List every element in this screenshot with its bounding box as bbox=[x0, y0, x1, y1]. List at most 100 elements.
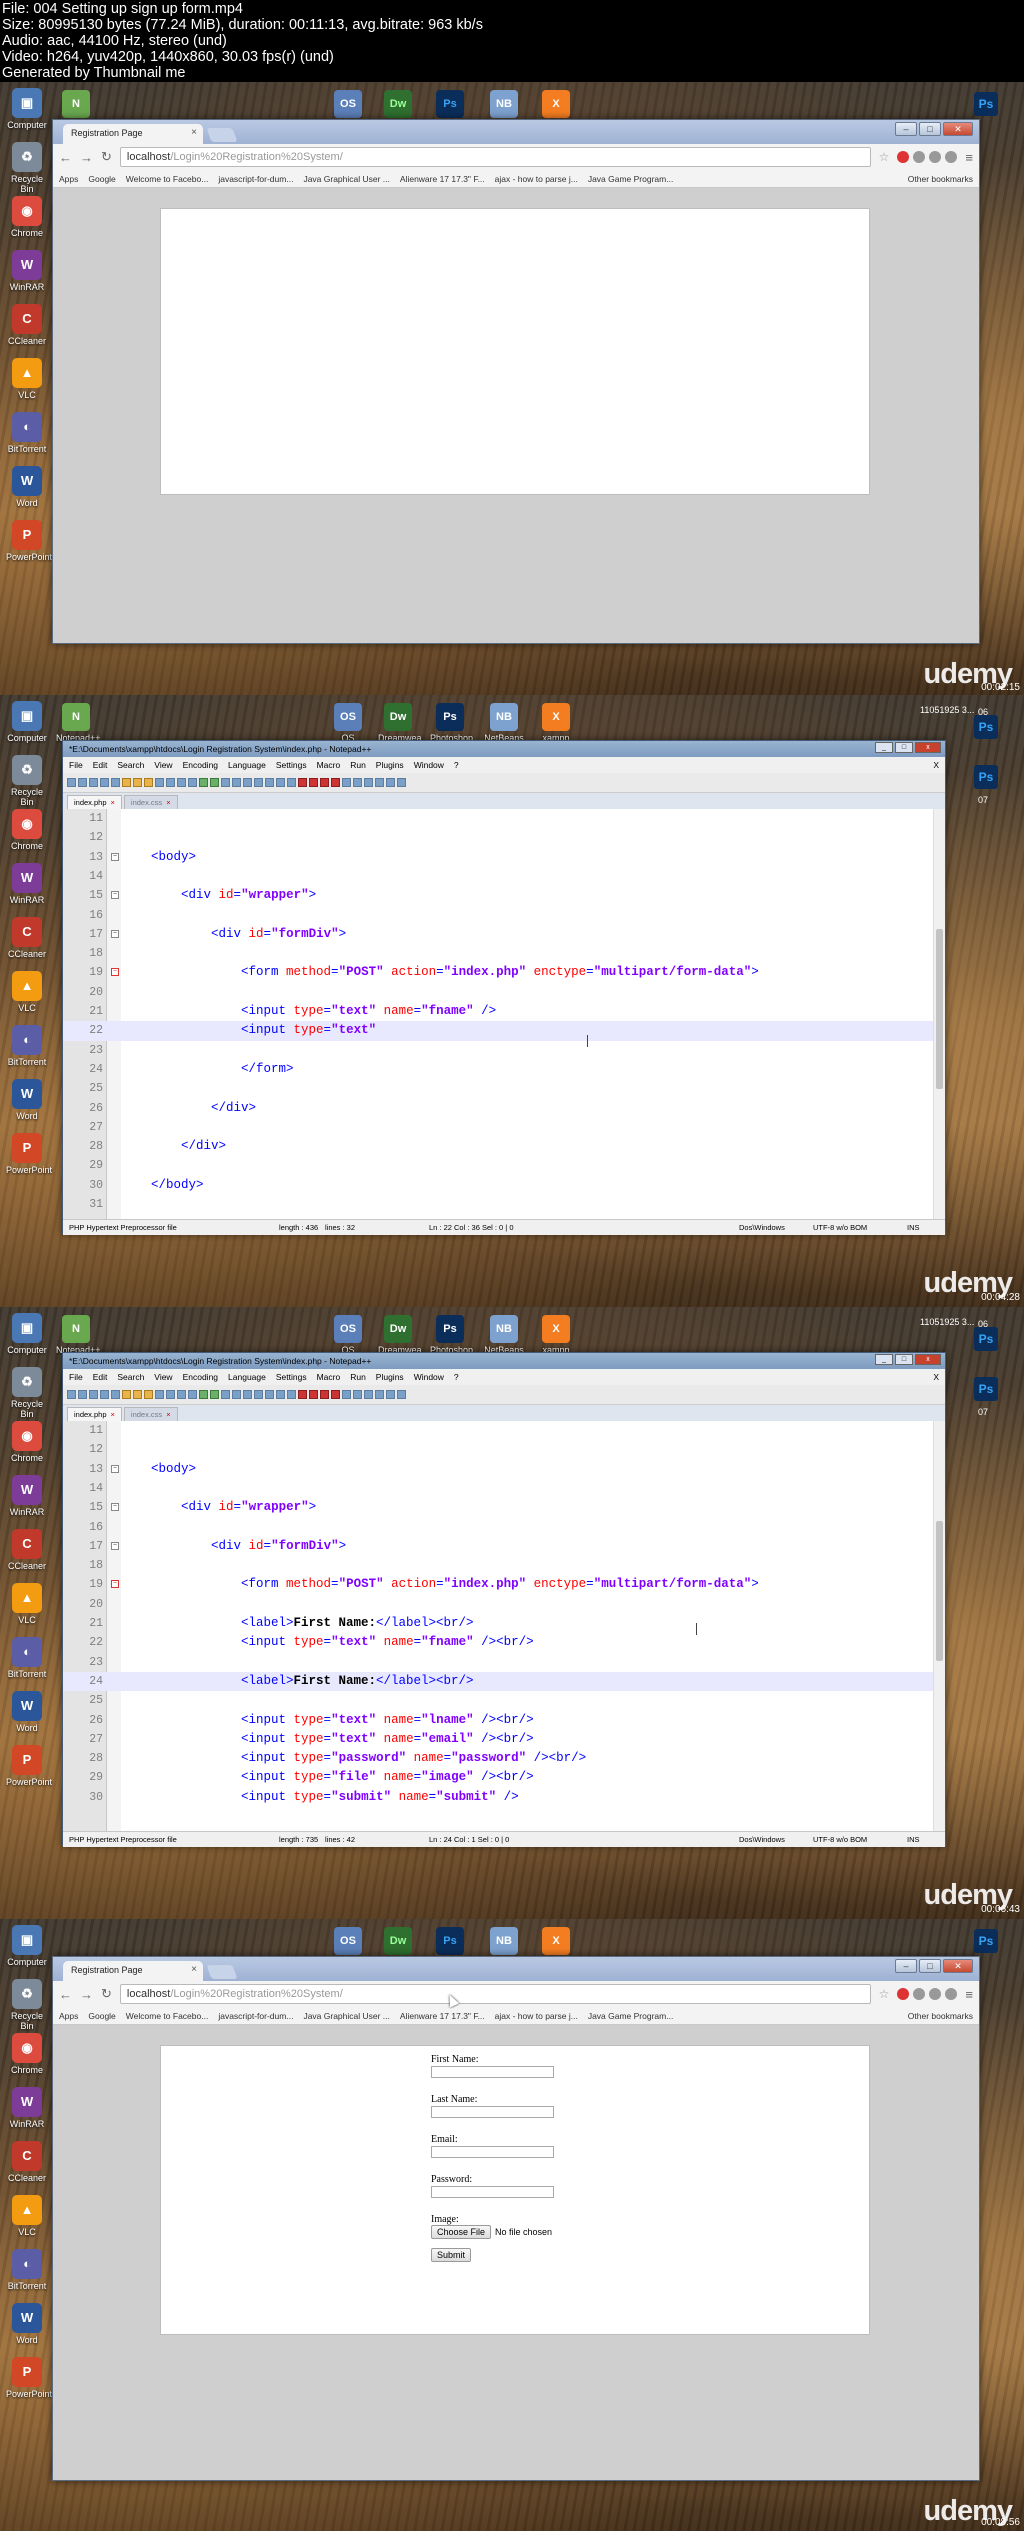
taskbar-icon-notepad++[interactable]: N Notepad++ bbox=[56, 1315, 101, 1355]
toolbar-button-icon[interactable] bbox=[265, 1390, 274, 1399]
file-tab-index-css[interactable]: index.css × bbox=[123, 795, 178, 809]
taskbar-icon-os[interactable]: OS OS bbox=[328, 703, 368, 743]
photoshop-right-icon[interactable]: Ps bbox=[974, 92, 998, 116]
desktop-icon-ccleaner[interactable]: C CCleaner bbox=[6, 2141, 48, 2183]
tab-close-icon[interactable]: × bbox=[191, 1964, 197, 1975]
photoshop-right-icon[interactable]: Ps bbox=[974, 765, 998, 789]
toolbar-button-icon[interactable] bbox=[78, 778, 87, 787]
desktop-icon-ccleaner[interactable]: C CCleaner bbox=[6, 304, 48, 346]
tab-close-icon[interactable]: × bbox=[111, 1410, 115, 1419]
toolbar-button-icon[interactable] bbox=[67, 778, 76, 787]
desktop-icon-powerpoint[interactable]: P PowerPoint bbox=[6, 1133, 52, 1175]
new-tab-button[interactable] bbox=[206, 128, 238, 142]
file-tab-index-php[interactable]: index.php × bbox=[67, 795, 122, 809]
desktop-icon-computer[interactable]: ▣ Computer bbox=[6, 1313, 48, 1355]
menu-icon[interactable]: ≡ bbox=[965, 1987, 973, 2002]
desktop-icon-computer[interactable]: ▣ Computer bbox=[6, 701, 48, 743]
menu-item-settings[interactable]: Settings bbox=[276, 1372, 307, 1382]
desktop-icon-word[interactable]: W Word bbox=[6, 1691, 48, 1733]
os-taskbar-icon[interactable]: OS bbox=[328, 1927, 368, 1957]
extension-icon[interactable] bbox=[897, 151, 910, 163]
taskbar-icon-photoshop[interactable]: Ps Photoshop bbox=[430, 703, 473, 743]
other-bookmarks[interactable]: Other bookmarks bbox=[908, 174, 973, 184]
minimize-button[interactable]: _ bbox=[875, 1354, 893, 1365]
bookmark-item[interactable]: Alienware 17 17.3" F... bbox=[400, 174, 485, 184]
vertical-scrollbar[interactable] bbox=[933, 1421, 945, 1831]
fold-marker-icon[interactable]: − bbox=[111, 1464, 119, 1473]
toolbar-button-icon[interactable] bbox=[298, 778, 307, 787]
toolbar-button-icon[interactable] bbox=[100, 778, 109, 787]
tab-close-icon[interactable]: × bbox=[166, 1410, 170, 1419]
desktop-icon-winrar[interactable]: W WinRAR bbox=[6, 2087, 48, 2129]
desktop-icon-winrar[interactable]: W WinRAR bbox=[6, 1475, 48, 1517]
photoshop-taskbar-icon[interactable]: Ps bbox=[430, 90, 470, 120]
extension-icon[interactable] bbox=[929, 1988, 942, 2000]
taskbar-icon-netbeans[interactable]: NB NetBeans bbox=[484, 703, 524, 743]
toolbar-button-icon[interactable] bbox=[364, 1390, 373, 1399]
url-input[interactable]: localhost/Login%20Registration%20System/ bbox=[119, 147, 871, 167]
desktop-icon-vlc[interactable]: ▲ VLC bbox=[6, 1583, 48, 1625]
menu-item-window[interactable]: Window bbox=[414, 1372, 444, 1382]
menu-item-help[interactable]: ? bbox=[454, 760, 459, 770]
menu-item-plugins[interactable]: Plugins bbox=[376, 760, 404, 770]
maximize-button[interactable]: □ bbox=[895, 742, 913, 753]
bookmark-item[interactable]: Apps bbox=[59, 174, 78, 184]
scroll-thumb[interactable] bbox=[936, 1521, 943, 1661]
netbeans-taskbar-icon[interactable]: NB bbox=[484, 90, 524, 120]
submit-button[interactable]: Submit bbox=[431, 2248, 472, 2262]
url-input[interactable]: localhost/Login%20Registration%20System/ bbox=[119, 1984, 871, 2004]
toolbar-button-icon[interactable] bbox=[111, 1390, 120, 1399]
desktop-icon-ccleaner[interactable]: C CCleaner bbox=[6, 917, 48, 959]
tab-close-icon[interactable]: × bbox=[166, 798, 170, 807]
code-editor[interactable]: 11 12 13− <body> 14 15− <div id="wrapper"> 16… bbox=[63, 1421, 945, 1831]
desktop-icon-bittorrent[interactable]: ◐ BitTorrent bbox=[6, 412, 48, 454]
reload-icon[interactable]: ↻ bbox=[101, 1986, 112, 2002]
bookmark-item[interactable]: Google bbox=[88, 2011, 115, 2021]
browser-tab[interactable]: Registration Page × bbox=[63, 124, 203, 144]
toolbar-button-icon[interactable] bbox=[166, 1390, 175, 1399]
bookmark-item[interactable]: javascript-for-dum... bbox=[218, 2011, 293, 2021]
xampp-taskbar-icon[interactable]: X bbox=[536, 90, 576, 120]
toolbar-button-icon[interactable] bbox=[177, 778, 186, 787]
desktop-icon-vlc[interactable]: ▲ VLC bbox=[6, 358, 48, 400]
menu-item-file[interactable]: File bbox=[69, 760, 83, 770]
toolbar-button-icon[interactable] bbox=[375, 1390, 384, 1399]
tab-close-icon[interactable]: × bbox=[111, 798, 115, 807]
toolbar-button-icon[interactable] bbox=[331, 1390, 340, 1399]
toolbar-button-icon[interactable] bbox=[210, 1390, 219, 1399]
menu-close-icon[interactable]: X bbox=[933, 760, 939, 770]
taskbar-icon-os[interactable]: OS OS bbox=[328, 1315, 368, 1355]
bookmark-item[interactable]: Welcome to Facebo... bbox=[126, 2011, 209, 2021]
email-input[interactable] bbox=[431, 2146, 554, 2158]
fold-marker-icon[interactable]: − bbox=[111, 852, 119, 861]
toolbar-button-icon[interactable] bbox=[364, 778, 373, 787]
xampp-taskbar-icon[interactable]: X bbox=[536, 1927, 576, 1957]
menu-item-macro[interactable]: Macro bbox=[317, 760, 341, 770]
fold-marker-icon[interactable]: − bbox=[111, 968, 119, 977]
toolbar-button-icon[interactable] bbox=[320, 1390, 329, 1399]
minimize-button[interactable]: – bbox=[895, 122, 917, 136]
desktop-icon-chrome[interactable]: ◉ Chrome bbox=[6, 196, 48, 238]
toolbar-button-icon[interactable] bbox=[243, 1390, 252, 1399]
new-tab-button[interactable] bbox=[206, 1965, 238, 1979]
toolbar-button-icon[interactable] bbox=[397, 1390, 406, 1399]
desktop-icon-recycle-bin[interactable]: ♻ Recycle Bin bbox=[6, 1979, 48, 2031]
bookmark-item[interactable]: Java Game Program... bbox=[588, 174, 674, 184]
menu-item-search[interactable]: Search bbox=[117, 760, 144, 770]
toolbar-button-icon[interactable] bbox=[320, 778, 329, 787]
bookmark-item[interactable]: ajax - how to parse j... bbox=[495, 2011, 578, 2021]
bookmark-item[interactable]: ajax - how to parse j... bbox=[495, 174, 578, 184]
menu-item-view[interactable]: View bbox=[154, 1372, 172, 1382]
file-tab-index-css[interactable]: index.css × bbox=[123, 1407, 178, 1421]
taskbar-icon-notepad++[interactable]: N Notepad++ bbox=[56, 703, 101, 743]
os-taskbar-icon[interactable]: OS bbox=[328, 90, 368, 120]
forward-icon[interactable]: → bbox=[80, 150, 93, 165]
desktop-icon-computer[interactable]: ▣ Computer bbox=[6, 88, 48, 130]
toolbar-button-icon[interactable] bbox=[89, 778, 98, 787]
photoshop-right-icon[interactable]: Ps bbox=[974, 1327, 998, 1351]
minimize-button[interactable]: _ bbox=[875, 742, 893, 753]
desktop-icon-vlc[interactable]: ▲ VLC bbox=[6, 971, 48, 1013]
desktop-icon-bittorrent[interactable]: ◐ BitTorrent bbox=[6, 2249, 48, 2291]
toolbar-button-icon[interactable] bbox=[386, 778, 395, 787]
desktop-icon-vlc[interactable]: ▲ VLC bbox=[6, 2195, 48, 2237]
